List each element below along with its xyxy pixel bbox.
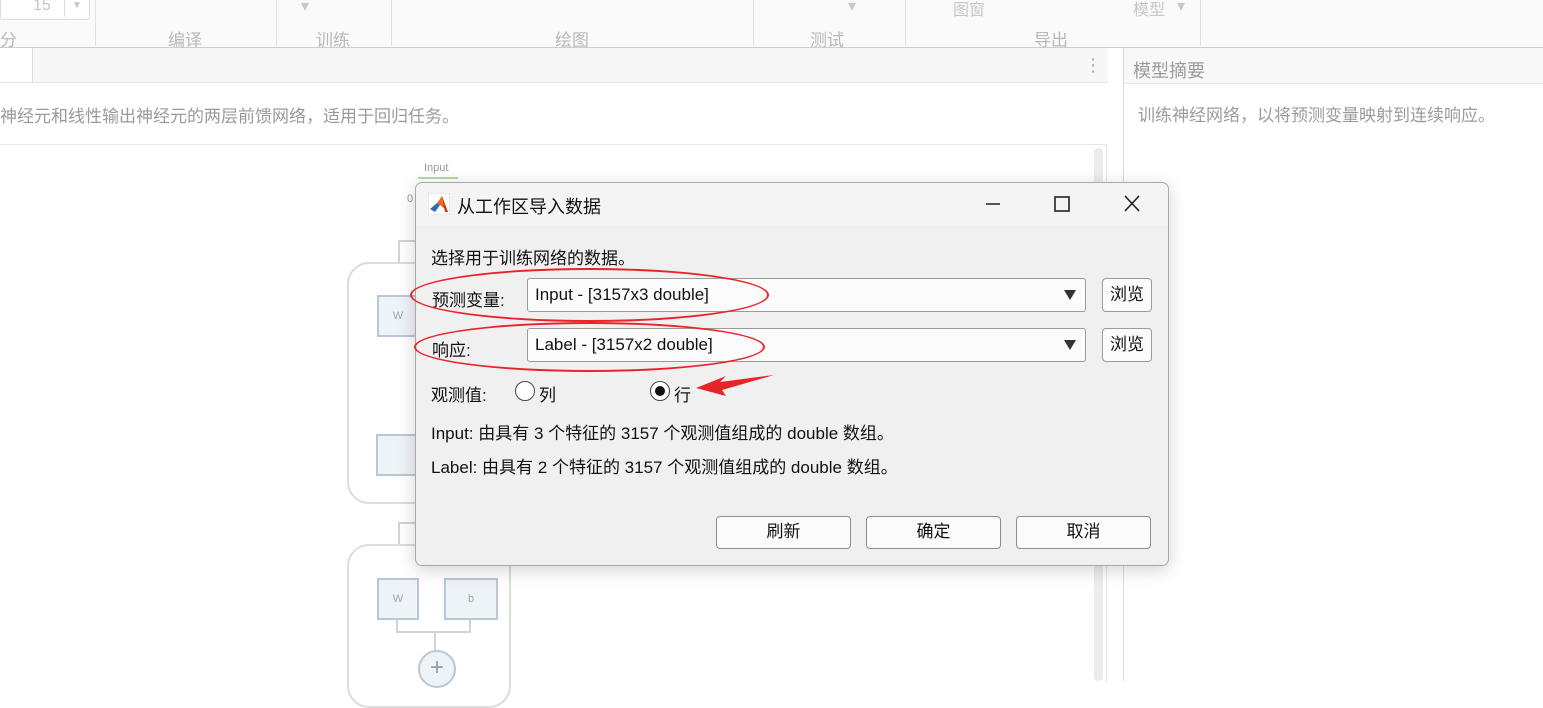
spinner-value[interactable]: 15 bbox=[33, 0, 51, 15]
radio-column[interactable] bbox=[515, 381, 535, 401]
model-summary-title: 模型摘要 bbox=[1133, 61, 1205, 81]
annotation-arrow-icon bbox=[696, 375, 774, 396]
model-summary-text: 训练神经网络，以将预测变量映射到连续响应。 bbox=[1138, 106, 1495, 125]
document-tab-bar bbox=[0, 48, 1108, 83]
ok-button[interactable]: 确定 bbox=[866, 516, 1001, 549]
chevron-down-icon[interactable]: ▾ bbox=[301, 0, 309, 16]
sum-node-icon[interactable]: + bbox=[418, 650, 456, 688]
hidden-weight-box[interactable]: W bbox=[377, 295, 419, 337]
close-icon[interactable] bbox=[1112, 189, 1152, 219]
figure-menu-ghost[interactable]: 图窗 bbox=[953, 0, 985, 20]
dialog-title: 从工作区导入数据 bbox=[457, 197, 601, 217]
chevron-down-icon[interactable]: ▼ bbox=[64, 0, 89, 17]
input-node-bar bbox=[418, 177, 458, 179]
epoch-spinner[interactable]: 15 ▼ bbox=[0, 0, 90, 20]
input-node-label: Input bbox=[424, 162, 449, 174]
connector-line bbox=[398, 522, 400, 544]
label-info-text: Label: 由具有 2 个特征的 3157 个观测值组成的 double 数组… bbox=[431, 458, 898, 477]
minimize-icon[interactable] bbox=[973, 189, 1013, 219]
connector-line bbox=[398, 240, 400, 262]
radio-row[interactable] bbox=[650, 381, 670, 401]
radio-column-label[interactable]: 列 bbox=[539, 381, 556, 406]
connector-line bbox=[434, 631, 436, 650]
chevron-down-icon[interactable]: ▾ bbox=[1177, 0, 1185, 16]
caret-down-icon bbox=[1064, 340, 1076, 350]
matlab-logo-icon bbox=[428, 193, 450, 215]
instruction-text: 选择用于训练网络的数据。 bbox=[431, 249, 635, 268]
model-menu-ghost[interactable]: 模型 bbox=[1133, 0, 1165, 20]
chevron-down-icon[interactable]: ▾ bbox=[848, 0, 856, 16]
output-weight-box[interactable]: W bbox=[377, 578, 419, 620]
connector-line bbox=[398, 522, 416, 524]
hidden-activation-box[interactable] bbox=[376, 434, 418, 476]
input-size-label: 0 bbox=[407, 193, 414, 205]
output-bias-box[interactable]: b bbox=[444, 578, 498, 620]
browse-predictor-button[interactable]: 浏览 bbox=[1102, 278, 1152, 312]
connector-line bbox=[398, 240, 416, 242]
refresh-button[interactable]: 刷新 bbox=[716, 516, 851, 549]
radio-row-label[interactable]: 行 bbox=[674, 381, 691, 406]
model-summary-panel bbox=[1123, 48, 1543, 681]
toolstrip: 15 ▼ ▾ ▾ 图窗 模型 ▾ 分 编译 训练 绘图 测试 导出 bbox=[0, 0, 1543, 50]
caret-down-icon bbox=[1064, 290, 1076, 300]
annotation-ellipse-response bbox=[414, 322, 765, 372]
annotation-ellipse-predictor bbox=[410, 268, 769, 322]
import-data-dialog: 从工作区导入数据 选择用于训练网络的数据。 预测变量: Input - [315… bbox=[415, 182, 1169, 566]
input-info-text: Input: 由具有 3 个特征的 3157 个观测值组成的 double 数组… bbox=[431, 424, 894, 443]
network-description: 神经元和线性输出神经元的两层前馈网络，适用于回归任务。 bbox=[0, 107, 459, 126]
document-tab[interactable] bbox=[0, 48, 33, 82]
observations-label: 观测值: bbox=[431, 386, 487, 405]
more-options-icon[interactable]: ⋮ bbox=[1084, 55, 1102, 76]
maximize-icon[interactable] bbox=[1042, 189, 1082, 219]
browse-response-button[interactable]: 浏览 bbox=[1102, 328, 1152, 362]
cancel-button[interactable]: 取消 bbox=[1016, 516, 1151, 549]
